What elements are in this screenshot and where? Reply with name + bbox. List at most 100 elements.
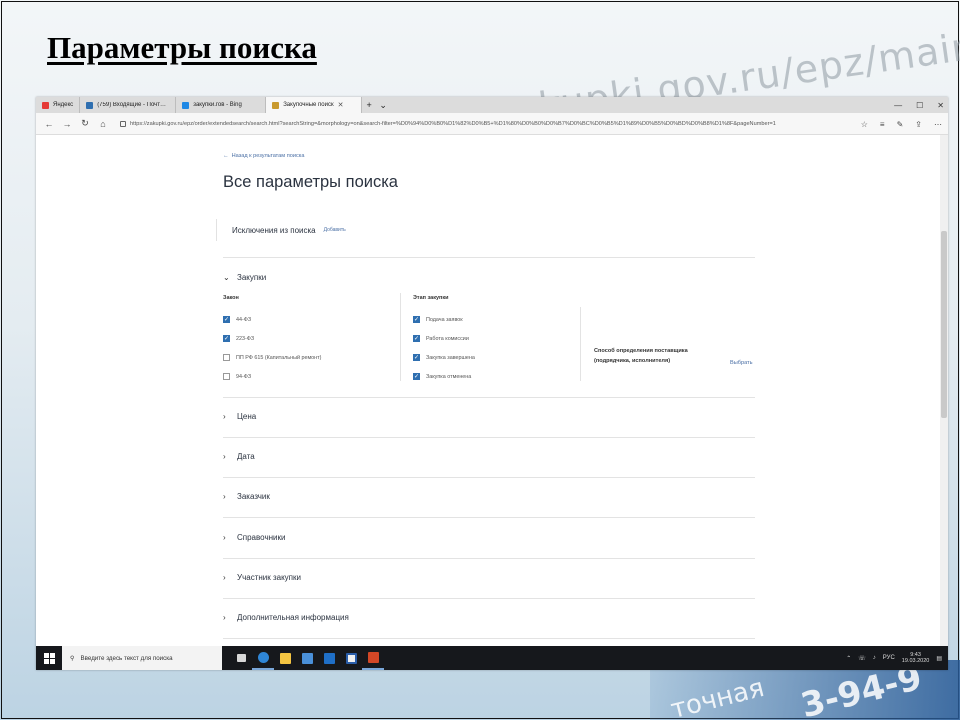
divider <box>223 598 755 599</box>
law-checkbox-615[interactable]: ПП РФ 615 (Капитальный ремонт) <box>223 354 321 361</box>
slide-title: Параметры поиска <box>47 30 317 65</box>
tab-label: Закупочные поиск <box>283 102 334 108</box>
taskbar-search[interactable]: ⚲ Введите здесь текст для поиска <box>62 646 222 670</box>
exclusions-label: Исключения из поиска <box>232 225 316 235</box>
section-customer[interactable]: › Заказчик <box>223 492 270 501</box>
supplier-method-choose-link[interactable]: Выбрать <box>730 360 753 366</box>
network-icon[interactable]: ☏ <box>858 655 866 662</box>
section-additional-info[interactable]: › Дополнительная информация <box>223 613 349 622</box>
background-bottom-text-1: точная <box>667 672 768 720</box>
tab-mail[interactable]: (759) Входящие - Почта М… <box>80 97 177 113</box>
section-participant[interactable]: › Участник закупки <box>223 573 301 582</box>
stage-label: Работа комиссии <box>426 335 469 342</box>
stage-checkbox-completed[interactable]: ✓ Закупка завершена <box>413 354 475 361</box>
home-icon[interactable]: ⌂ <box>94 119 112 129</box>
law-header: Закон <box>223 295 239 301</box>
section-label: Цена <box>237 412 257 421</box>
divider <box>223 638 755 639</box>
tab-list-chevron-icon[interactable]: ⌄ <box>376 100 390 111</box>
page-content: ← Назад к результатам поиска Все парамет… <box>36 135 948 646</box>
column-divider <box>580 307 581 381</box>
pen-icon[interactable]: ✎ <box>897 120 904 129</box>
forward-icon[interactable]: → <box>58 119 76 129</box>
section-date[interactable]: › Дата <box>223 452 255 461</box>
checkbox-checked-icon: ✓ <box>223 316 230 323</box>
chevron-right-icon: › <box>223 412 226 421</box>
law-label: ПП РФ 615 (Капитальный ремонт) <box>236 354 322 361</box>
section-label: Участник закупки <box>237 573 301 582</box>
law-label: 94-ФЗ <box>236 373 252 380</box>
checkbox-empty-icon <box>223 354 230 361</box>
mail-app-icon[interactable] <box>318 646 340 670</box>
scrollbar[interactable] <box>940 135 948 646</box>
mail-icon <box>86 101 94 109</box>
divider <box>223 257 755 258</box>
address-bar: ← → ↻ ⌂ https://zakupki.gov.ru/epz/order… <box>36 113 948 135</box>
tab-yandex[interactable]: Яндекс <box>36 97 81 113</box>
share-icon[interactable]: ⇪ <box>915 120 922 129</box>
tab-bar: Яндекс (759) Входящие - Почта М… закупки… <box>36 97 948 113</box>
maximize-icon[interactable]: ☐ <box>916 101 923 110</box>
add-exclusion-link[interactable]: Добавить <box>324 227 346 233</box>
law-checkbox-223[interactable]: ✓ 223-ФЗ <box>223 335 254 342</box>
section-label: Заказчик <box>237 492 270 501</box>
checkbox-checked-icon: ✓ <box>413 354 420 361</box>
supplier-method-label: Способ определения поставщика (подрядчик… <box>594 348 688 364</box>
search-icon: ⚲ <box>70 654 75 662</box>
arrow-left-icon: ← <box>223 153 229 159</box>
tray-chevron-icon[interactable]: ⌃ <box>846 655 851 662</box>
chevron-down-icon: ⌄ <box>223 273 230 282</box>
stage-checkbox-commission[interactable]: ✓ Работа комиссии <box>413 335 469 342</box>
section-references[interactable]: › Справочники <box>223 533 285 542</box>
stage-checkbox-cancelled[interactable]: ✓ Закупка отменена <box>413 373 471 380</box>
stage-label: Закупка завершена <box>426 354 475 361</box>
word-icon[interactable] <box>340 646 362 670</box>
store-icon[interactable] <box>296 646 318 670</box>
notifications-icon[interactable]: ▤ <box>936 655 942 662</box>
back-icon[interactable]: ← <box>40 119 58 129</box>
tab-bing[interactable]: закупки.гов - Bing <box>176 97 267 113</box>
task-view-icon[interactable] <box>230 646 252 670</box>
new-tab-button[interactable]: + <box>362 100 376 110</box>
chevron-right-icon: › <box>223 613 226 622</box>
tab-zakupki[interactable]: Закупочные поиск ✕ <box>266 97 363 113</box>
url-text: https://zakupki.gov.ru/epz/order/extende… <box>130 120 776 127</box>
powerpoint-icon[interactable] <box>362 646 384 670</box>
divider <box>223 437 755 438</box>
favorites-list-icon[interactable]: ≡ <box>880 120 885 129</box>
checkbox-checked-icon: ✓ <box>413 373 420 380</box>
yandex-icon <box>42 101 49 109</box>
divider <box>223 397 755 398</box>
edge-icon[interactable] <box>252 646 274 670</box>
tab-label: (759) Входящие - Почта М… <box>97 102 170 108</box>
back-to-results-link[interactable]: ← Назад к результатам поиска <box>223 153 304 159</box>
close-icon[interactable]: ✕ <box>937 101 944 110</box>
tab-close-icon[interactable]: ✕ <box>338 101 344 109</box>
section-purchases[interactable]: ⌄ Закупки <box>223 273 266 282</box>
more-icon[interactable]: ⋯ <box>934 120 942 129</box>
clock[interactable]: 9:43 19.03.2020 <box>902 652 930 665</box>
taskbar-search-placeholder: Введите здесь текст для поиска <box>80 654 173 662</box>
scrollbar-thumb[interactable] <box>941 231 947 418</box>
lock-icon <box>120 120 126 127</box>
section-label: Дата <box>237 452 255 461</box>
section-label: Закупки <box>237 273 267 282</box>
section-label: Дополнительная информация <box>237 613 349 622</box>
bing-icon <box>182 101 190 109</box>
favorite-star-icon[interactable]: ☆ <box>861 120 868 129</box>
section-price[interactable]: › Цена <box>223 412 256 421</box>
file-explorer-icon[interactable] <box>274 646 296 670</box>
section-label: Справочники <box>237 533 286 542</box>
law-checkbox-44[interactable]: ✓ 44-ФЗ <box>223 316 251 323</box>
reload-icon[interactable]: ↻ <box>76 118 94 129</box>
volume-icon[interactable]: ♪ <box>873 655 876 661</box>
start-button[interactable] <box>36 646 62 670</box>
keyboard-language[interactable]: РУС <box>883 655 895 661</box>
minimize-icon[interactable]: — <box>894 101 902 110</box>
windows-logo-icon <box>43 652 55 664</box>
browser-screenshot: Яндекс (759) Входящие - Почта М… закупки… <box>36 97 948 670</box>
url-field[interactable]: https://zakupki.gov.ru/epz/order/extende… <box>120 117 836 131</box>
stage-checkbox-submission[interactable]: ✓ Подача заявок <box>413 316 463 323</box>
law-checkbox-94[interactable]: 94-ФЗ <box>223 373 251 380</box>
column-divider <box>400 293 401 381</box>
